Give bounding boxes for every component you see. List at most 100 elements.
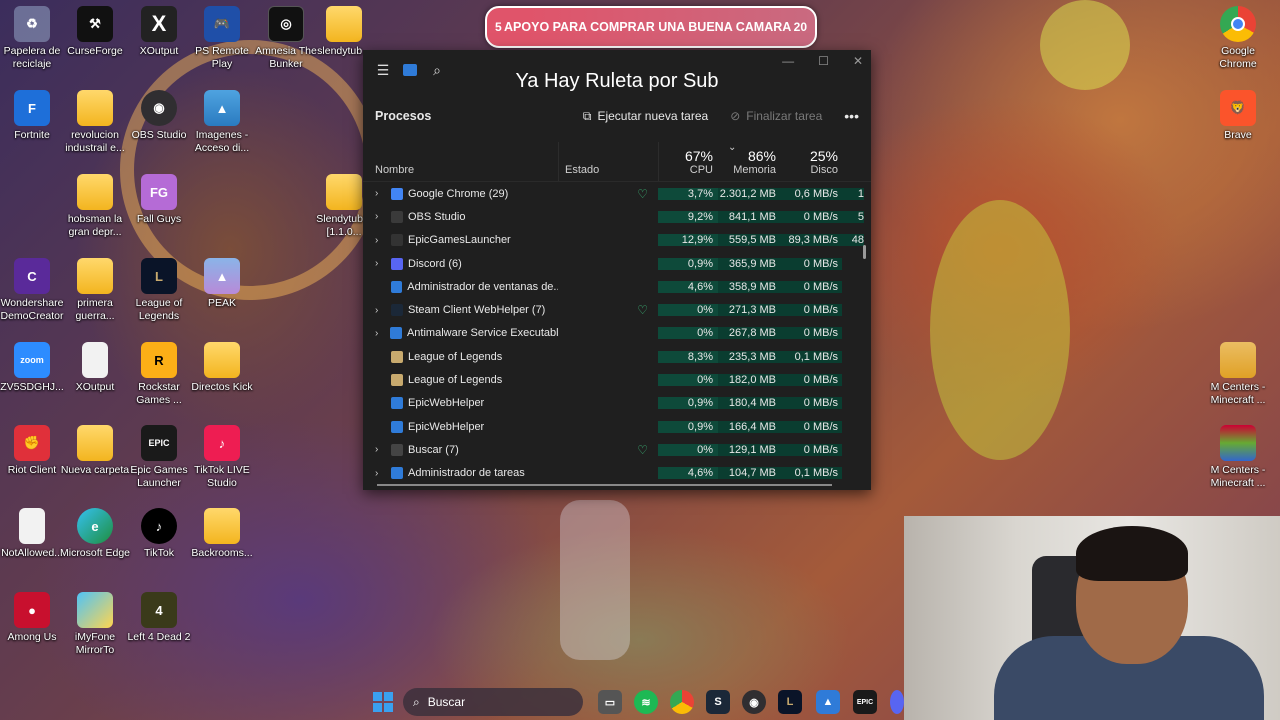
desktop-icon-folder-backrooms[interactable]: Backrooms... bbox=[190, 508, 254, 560]
expand-chevron-icon[interactable]: › bbox=[375, 211, 387, 222]
desktop-icon-curseforge[interactable]: ⚒ CurseForge bbox=[63, 6, 127, 58]
process-row[interactable]: › Antimalware Service Executable 0% 267,8 M… bbox=[363, 322, 871, 345]
expand-chevron-icon[interactable]: › bbox=[375, 305, 387, 316]
desktop-icon-notallowed[interactable]: NotAllowed... bbox=[0, 508, 64, 560]
expand-chevron-icon[interactable]: › bbox=[375, 235, 387, 246]
desktop-icon-mcenters-2[interactable]: M Centers - Minecraft ... bbox=[1206, 425, 1270, 490]
desktop-icon-tiktok[interactable]: ♪ TikTok bbox=[127, 508, 191, 560]
process-row[interactable]: › Buscar (7) ♡ 0% 129,1 MB 0 MB/s bbox=[363, 438, 871, 461]
process-row[interactable]: › OBS Studio 9,2% 841,1 MB 0 MB/s 5 bbox=[363, 205, 871, 228]
obs-taskbar-icon[interactable]: ◉ bbox=[742, 690, 766, 714]
horizontal-scrollbar[interactable] bbox=[377, 484, 832, 486]
league-taskbar-icon[interactable]: L bbox=[778, 690, 802, 714]
header-memory[interactable]: ⌄ 86% Memoria bbox=[718, 142, 780, 181]
process-disk-cell: 0 MB/s bbox=[780, 443, 842, 456]
process-row[interactable]: EpicWebHelper 0,9% 180,4 MB 0 MB/s bbox=[363, 392, 871, 415]
desktop-icon-fortnite[interactable]: F Fortnite bbox=[0, 90, 64, 142]
steam-process-icon bbox=[391, 304, 403, 317]
desktop-icon-democreator[interactable]: C Wondershare DemoCreator bbox=[0, 258, 64, 323]
process-row[interactable]: › Discord (6) 0,9% 365,9 MB 0 MB/s bbox=[363, 252, 871, 275]
windows-start-icon[interactable] bbox=[371, 690, 395, 714]
chrome-taskbar-icon[interactable] bbox=[670, 690, 694, 714]
vertical-scrollbar[interactable] bbox=[863, 245, 866, 259]
desktop-icon-folder-kick[interactable]: Directos Kick bbox=[190, 342, 254, 394]
desktop-icon-folder-nueva[interactable]: Nueva carpeta bbox=[61, 425, 129, 477]
folder-icon bbox=[326, 6, 362, 42]
task-manager-taskbar-icon[interactable]: ▲ bbox=[816, 690, 840, 714]
process-cpu-cell: 12,9% bbox=[658, 234, 718, 247]
process-name-cell: League of Legends bbox=[363, 374, 558, 387]
desktop-icon-league[interactable]: L League of Legends bbox=[127, 258, 191, 323]
header-cpu[interactable]: 67% CPU bbox=[658, 142, 718, 181]
header-disk[interactable]: 25% Disco bbox=[780, 142, 842, 181]
end-task-icon: ⊘ bbox=[730, 109, 741, 123]
among-us-icon: ● bbox=[14, 592, 50, 628]
desktop-icon-folder-hobsman[interactable]: hobsman la gran depr... bbox=[63, 174, 127, 239]
process-row[interactable]: › Steam Client WebHelper (7) ♡ 0% 271,3 MB 0 … bbox=[363, 298, 871, 321]
zoom-icon: zoom bbox=[14, 342, 50, 378]
desktop-icon-mcenters-1[interactable]: M Centers - Minecraft ... bbox=[1206, 342, 1270, 407]
process-name-cell: Administrador de ventanas de... bbox=[363, 280, 558, 293]
steam-icon[interactable]: S bbox=[706, 690, 730, 714]
process-cpu-cell: 0% bbox=[658, 443, 718, 456]
process-row[interactable]: › EpicGamesLauncher 12,9% 559,5 MB 89,3 MB/s… bbox=[363, 229, 871, 252]
desktop-icon-folder-primera[interactable]: primera guerra... bbox=[63, 258, 127, 323]
process-memory-cell: 271,3 MB bbox=[718, 304, 780, 317]
desktop-icon-xoutput[interactable]: X XOutput bbox=[127, 6, 191, 58]
process-row[interactable]: EpicWebHelper 0,9% 166,4 MB 0 MB/s bbox=[363, 415, 871, 438]
desktop-icon-imagenes[interactable]: ▲ Imagenes - Acceso di... bbox=[190, 90, 254, 155]
task-view-icon[interactable]: ▭ bbox=[598, 690, 622, 714]
desktop-icon-fall-guys[interactable]: FG Fall Guys bbox=[127, 174, 191, 226]
process-disk-cell: 0,1 MB/s bbox=[780, 350, 842, 363]
maximize-icon[interactable]: ☐ bbox=[818, 54, 829, 68]
expand-chevron-icon[interactable]: › bbox=[375, 188, 387, 199]
header-state[interactable]: Estado bbox=[558, 142, 658, 181]
epic-process-icon bbox=[391, 234, 403, 247]
desktop-icon-zoom[interactable]: zoom ZV5SDGHJ... bbox=[0, 342, 64, 394]
process-cpu-cell: 9,2% bbox=[658, 210, 718, 223]
desktop-icon-amnesia[interactable]: ◎ Amnesia The Bunker bbox=[254, 6, 318, 71]
desktop-icon-chrome[interactable]: Google Chrome bbox=[1206, 6, 1270, 71]
desktop-icon-imyfone[interactable]: iMyFone MirrorTo bbox=[63, 592, 127, 657]
desktop-icon-riot[interactable]: ✊ Riot Client bbox=[0, 425, 64, 477]
close-icon[interactable]: ✕ bbox=[853, 54, 863, 68]
desktop-icon-tiktok-live[interactable]: ♪ TikTok LIVE Studio bbox=[190, 425, 254, 490]
expand-chevron-icon[interactable]: › bbox=[375, 444, 387, 455]
taskbar-search[interactable]: ⌕ Buscar bbox=[403, 688, 583, 716]
expand-chevron-icon[interactable]: › bbox=[375, 258, 387, 269]
process-network-cell: 48 bbox=[842, 234, 864, 247]
process-row[interactable]: Administrador de ventanas de... 4,6% 358,9… bbox=[363, 275, 871, 298]
desktop-icon-obs[interactable]: ◉ OBS Studio bbox=[127, 90, 191, 142]
process-row[interactable]: League of Legends 8,3% 235,3 MB 0,1 MB/s bbox=[363, 345, 871, 368]
desktop-icon-epic[interactable]: EPIC Epic Games Launcher bbox=[127, 425, 191, 490]
more-options-icon[interactable]: ••• bbox=[844, 108, 859, 124]
desktop-icon-edge[interactable]: e Microsoft Edge bbox=[60, 508, 130, 560]
process-row[interactable]: › Google Chrome (29) ♡ 3,7% 2.301,2 MB 0,6 MB… bbox=[363, 182, 871, 205]
process-disk-cell: 0 MB/s bbox=[780, 420, 842, 433]
folder-icon bbox=[77, 90, 113, 126]
desktop-icon-brave[interactable]: 🦁 Brave bbox=[1206, 90, 1270, 142]
discord-taskbar-icon[interactable] bbox=[890, 690, 904, 714]
spotify-icon[interactable]: ≋ bbox=[634, 690, 658, 714]
run-task-icon: ⧉ bbox=[582, 108, 592, 123]
desktop-icon-among-us[interactable]: ● Among Us bbox=[0, 592, 64, 644]
desktop-icon-ps-remote[interactable]: 🎮 PS Remote Play bbox=[190, 6, 254, 71]
desktop-icon-recycle-bin[interactable]: ♻ Papelera de reciclaje bbox=[0, 6, 64, 71]
process-memory-cell: 104,7 MB bbox=[718, 467, 780, 480]
expand-chevron-icon[interactable]: › bbox=[375, 328, 386, 339]
desktop-icon-folder-revolucion[interactable]: revolucion industrail e... bbox=[63, 90, 127, 155]
desktop-icon-rockstar[interactable]: R Rockstar Games ... bbox=[127, 342, 191, 407]
fall-guys-icon: FG bbox=[141, 174, 177, 210]
epic-taskbar-icon[interactable]: EPIC bbox=[853, 690, 877, 714]
process-row[interactable]: League of Legends 0% 182,0 MB 0 MB/s bbox=[363, 368, 871, 391]
expand-chevron-icon[interactable]: › bbox=[375, 468, 387, 479]
minimize-icon[interactable]: — bbox=[782, 54, 794, 68]
header-name[interactable]: Nombre bbox=[363, 142, 558, 181]
end-task-button[interactable]: ⊘ Finalizar tarea bbox=[730, 109, 822, 123]
desktop-icon-xoutput-file[interactable]: XOutput bbox=[63, 342, 127, 394]
process-row[interactable]: › Administrador de tareas 4,6% 104,7 MB 0,1 … bbox=[363, 462, 871, 485]
section-title: Procesos bbox=[375, 109, 432, 123]
run-new-task-button[interactable]: ⧉ Ejecutar nueva tarea bbox=[583, 109, 708, 124]
desktop-icon-l4d2[interactable]: 4 Left 4 Dead 2 bbox=[127, 592, 191, 644]
desktop-icon-peak[interactable]: ▲ PEAK bbox=[190, 258, 254, 310]
